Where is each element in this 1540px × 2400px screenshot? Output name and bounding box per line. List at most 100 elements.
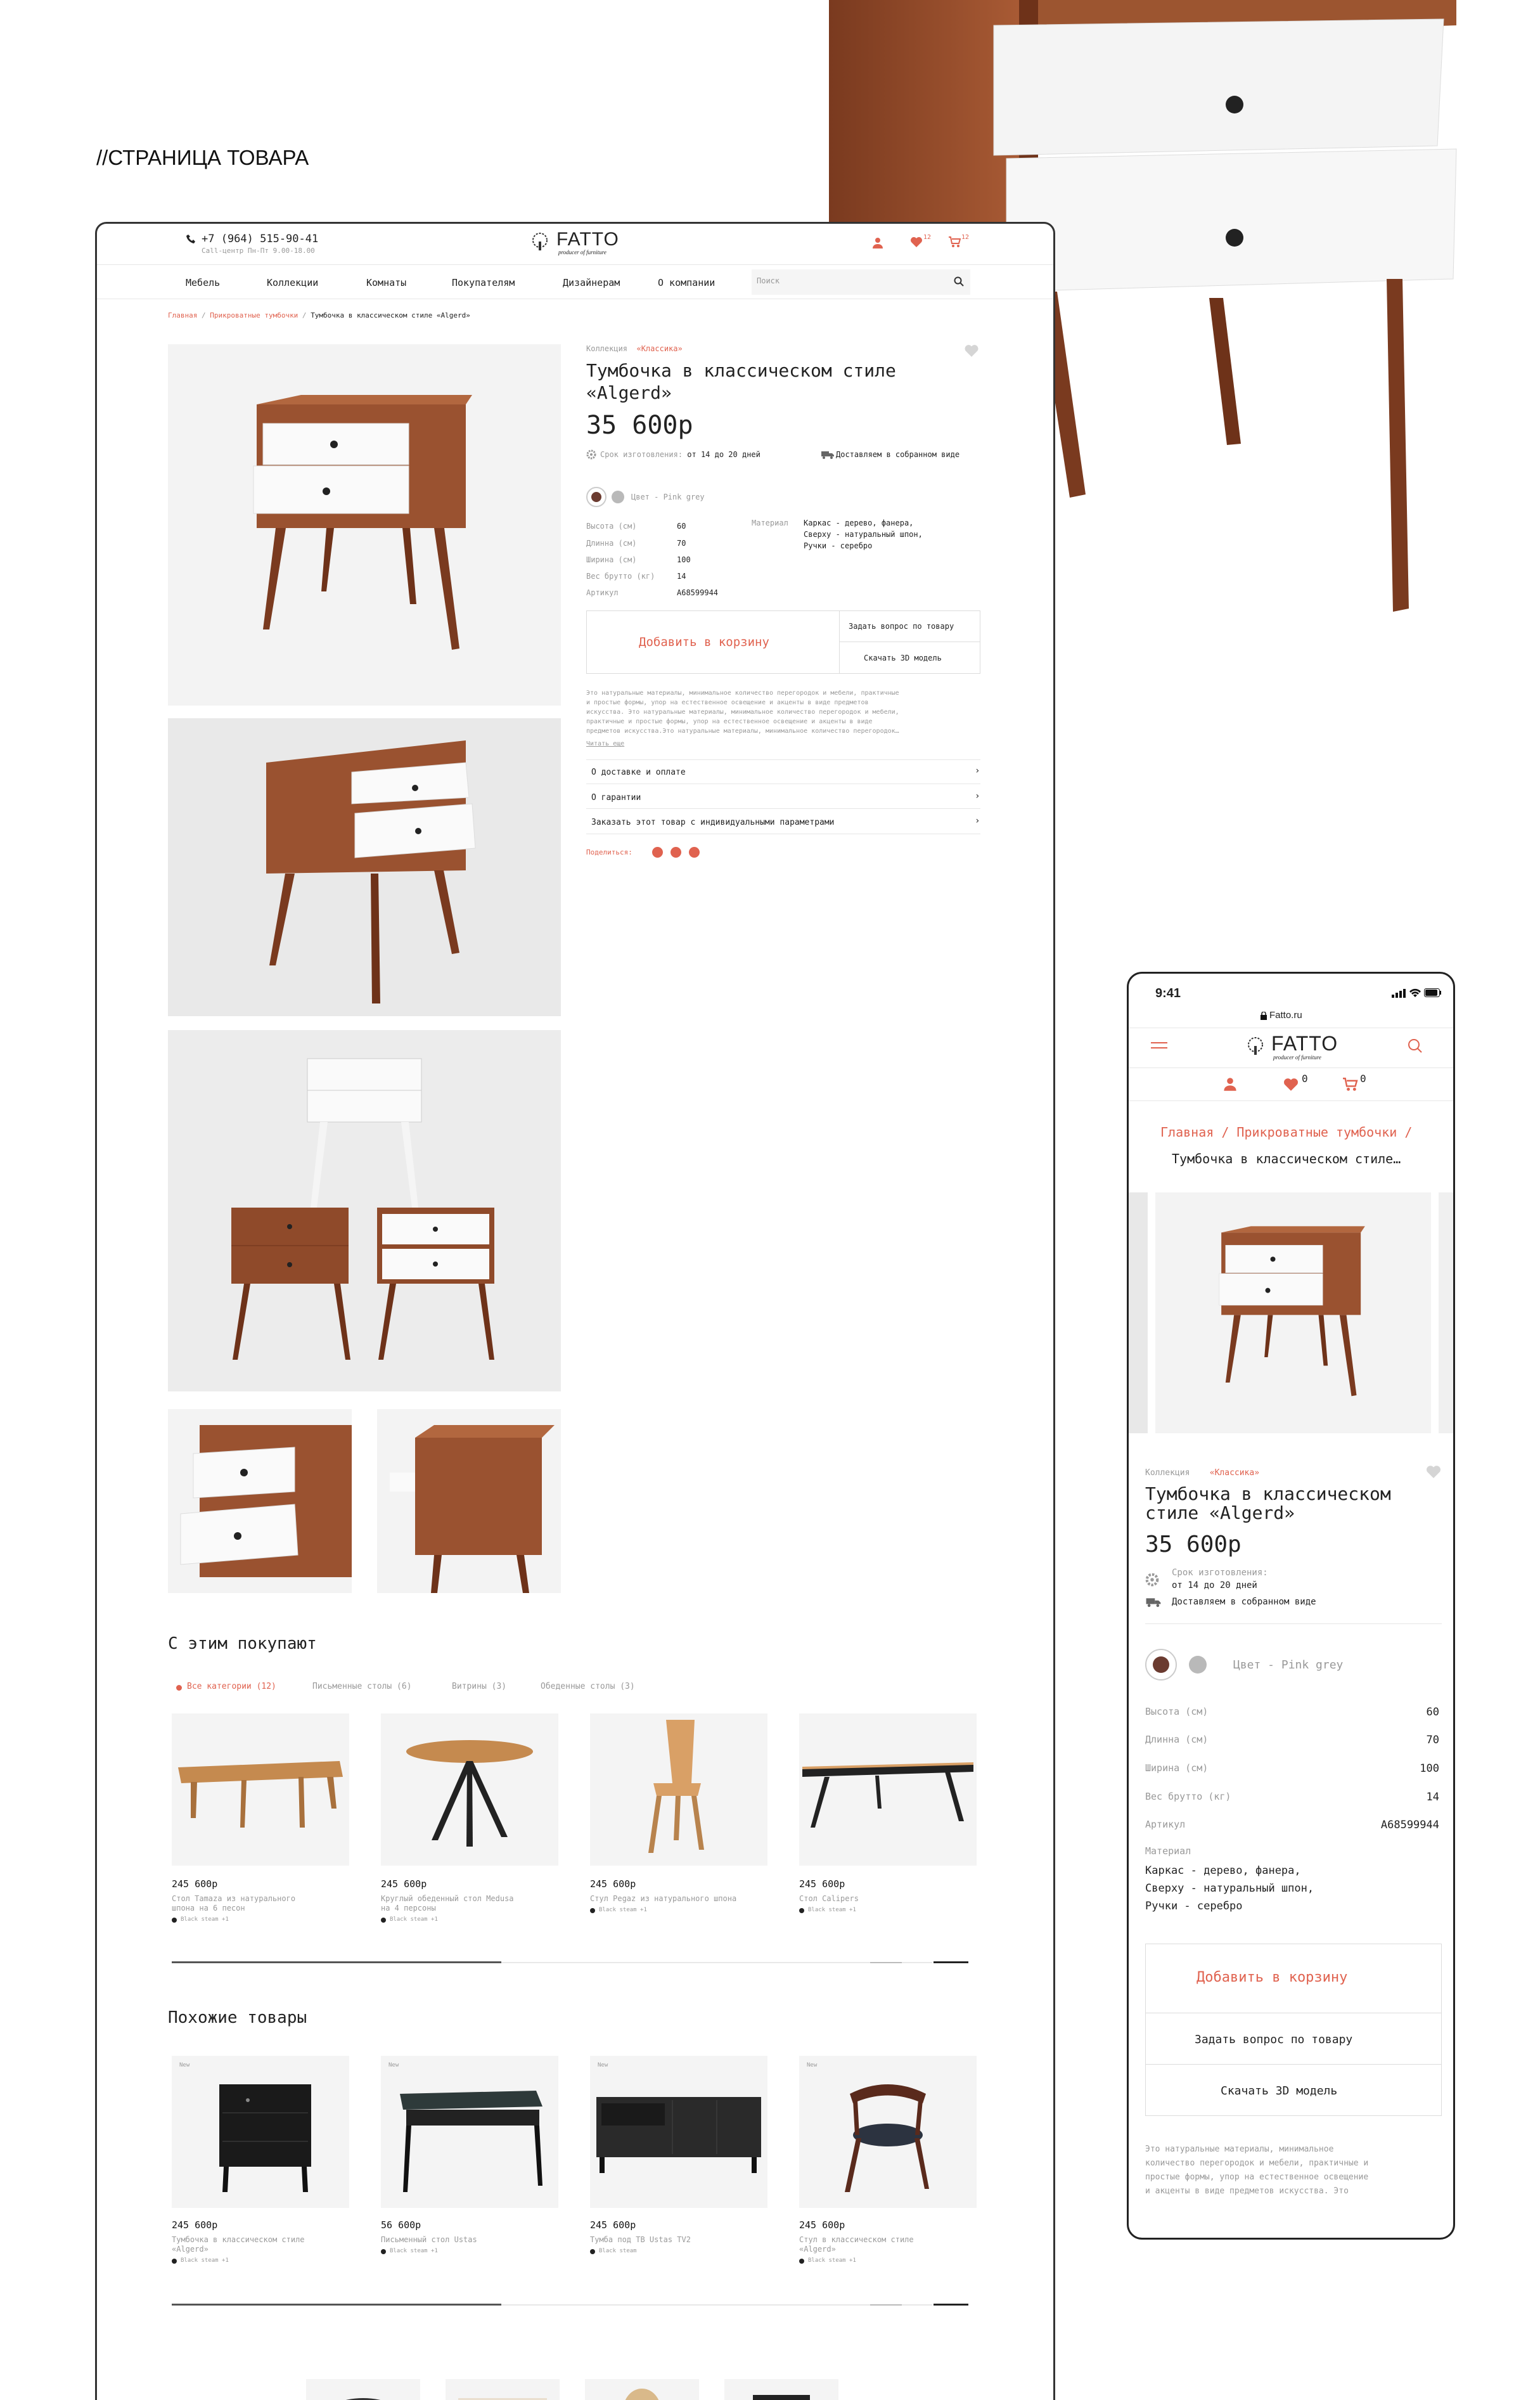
material-label: Материал bbox=[1145, 1845, 1191, 1857]
share-pinterest-icon[interactable] bbox=[652, 847, 663, 858]
add-to-cart-button[interactable]: Добавить в корзину bbox=[1145, 1944, 1442, 2013]
product-card-image-calipers-table[interactable] bbox=[799, 1713, 977, 1866]
similar-name-2-l1[interactable]: Письменный стол Ustas bbox=[381, 2235, 477, 2245]
color-swatch-grey[interactable] bbox=[1189, 1656, 1207, 1674]
ask-question-button[interactable]: Задать вопрос по товару bbox=[839, 610, 980, 642]
breadcrumb-home[interactable]: Главная bbox=[168, 311, 197, 319]
product-photo-4[interactable] bbox=[168, 1409, 352, 1593]
tab-all-categories[interactable]: Все категории (12) bbox=[187, 1682, 276, 1691]
color-swatch-grey[interactable] bbox=[612, 491, 624, 503]
header-phone[interactable]: +7 (964) 515-90-41 bbox=[202, 233, 318, 245]
share-telegram-icon[interactable] bbox=[671, 847, 681, 858]
collection-link[interactable]: «Классика» bbox=[1210, 1468, 1259, 1478]
download-3d-button[interactable]: Скачать 3D модель bbox=[839, 642, 980, 674]
nav-item-designers[interactable]: Дизайнерам bbox=[563, 277, 620, 288]
similar-card-image-chair[interactable]: New bbox=[799, 2056, 977, 2208]
next-row-card-3[interactable] bbox=[585, 2379, 699, 2400]
breadcrumb-category[interactable]: Прикроватные тумбочки bbox=[210, 311, 298, 319]
nav-item-furniture[interactable]: Мебель bbox=[186, 277, 220, 288]
tab-dining-tables[interactable]: Обеденные столы (3) bbox=[541, 1682, 635, 1691]
also-buy-name-2-l1[interactable]: Круглый обеденный стол Medusa bbox=[381, 1894, 514, 1904]
accordion-custom-order[interactable]: Заказать этот товар с индивидуальными па… bbox=[591, 818, 835, 827]
product-photo-3[interactable] bbox=[168, 1030, 561, 1391]
nav-item-buyers[interactable]: Покупателям bbox=[452, 277, 515, 288]
chair-image bbox=[648, 1720, 704, 1853]
collection-link[interactable]: «Классика» bbox=[636, 344, 682, 353]
read-more-link[interactable]: Читать еще bbox=[586, 740, 624, 747]
add-to-cart-button[interactable]: Добавить в корзину bbox=[586, 610, 840, 674]
also-buy-name-1-l2[interactable]: шпона на 6 песон bbox=[172, 1904, 245, 1913]
similar-card-image-nightstand[interactable]: New bbox=[172, 2056, 349, 2208]
product-card-image-chair[interactable] bbox=[590, 1713, 767, 1866]
color-swatch-selected[interactable] bbox=[1145, 1649, 1177, 1681]
product-card-image-table[interactable] bbox=[172, 1713, 349, 1866]
similar-name-4-l2[interactable]: «Algerd» bbox=[799, 2245, 836, 2254]
spec-label-height: Высота (см) bbox=[586, 522, 637, 531]
similar-prev-arrow[interactable] bbox=[870, 2304, 902, 2306]
user-icon[interactable] bbox=[871, 236, 884, 249]
black-cabinet-thumb-image bbox=[753, 2395, 810, 2400]
favorites-heart-icon[interactable] bbox=[910, 236, 923, 248]
cart-icon[interactable] bbox=[1342, 1078, 1358, 1092]
spec-value-height: 60 bbox=[1426, 1706, 1439, 1719]
accordion-custom-chevron-icon[interactable]: › bbox=[975, 816, 980, 826]
product-photo-2[interactable] bbox=[168, 718, 561, 1016]
next-row-card-1[interactable] bbox=[306, 2379, 420, 2400]
delivery-info: Доставляем в собранном виде bbox=[1172, 1597, 1316, 1607]
product-photo-1[interactable] bbox=[168, 344, 561, 706]
favorites-heart-icon[interactable] bbox=[1283, 1078, 1299, 1092]
nav-item-rooms[interactable]: Комнаты bbox=[366, 277, 406, 288]
round-table-image bbox=[406, 1740, 533, 1847]
add-to-favorites-heart-icon[interactable] bbox=[1425, 1465, 1442, 1479]
gallery-prev-image[interactable] bbox=[1129, 1192, 1148, 1433]
similar-card-image-desk[interactable]: New bbox=[381, 2056, 558, 2208]
breadcrumb-path[interactable]: Главная / Прикроватные тумбочки / bbox=[1160, 1125, 1412, 1140]
gallery-next-image[interactable] bbox=[1439, 1192, 1453, 1433]
tab-desks[interactable]: Письменные столы (6) bbox=[312, 1682, 412, 1691]
accordion-warranty-chevron-icon[interactable]: › bbox=[975, 791, 980, 801]
share-vk-icon[interactable] bbox=[689, 847, 700, 858]
material-dot bbox=[799, 1908, 804, 1913]
similar-name-1-l2[interactable]: «Algerd» bbox=[172, 2245, 209, 2254]
menu-hamburger-icon[interactable] bbox=[1151, 1040, 1167, 1050]
search-icon[interactable] bbox=[1408, 1038, 1423, 1054]
search-icon[interactable] bbox=[954, 276, 964, 287]
product-photo-5[interactable] bbox=[377, 1409, 561, 1593]
accordion-delivery-chevron-icon[interactable]: › bbox=[975, 766, 980, 776]
lock-icon bbox=[1261, 1012, 1267, 1020]
carousel-scrollbar-thumb[interactable] bbox=[172, 1961, 501, 1963]
nav-item-collections[interactable]: Коллекции bbox=[267, 277, 318, 288]
similar-next-arrow[interactable] bbox=[934, 2304, 968, 2306]
also-buy-name-2-l2[interactable]: на 4 персоны bbox=[381, 1904, 436, 1913]
similar-name-1-l1[interactable]: Тумбочка в классическом стиле bbox=[172, 2235, 305, 2245]
nav-item-about[interactable]: О компании bbox=[658, 277, 715, 288]
logo-text[interactable]: FATTO bbox=[556, 229, 619, 250]
accordion-delivery[interactable]: О доставке и оплате bbox=[591, 768, 686, 777]
search-input[interactable]: Поиск bbox=[752, 269, 970, 295]
similar-card-image-tv-stand[interactable]: New bbox=[590, 2056, 767, 2208]
color-swatch-selected[interactable] bbox=[586, 487, 606, 507]
add-to-favorites-heart-icon[interactable] bbox=[964, 344, 979, 358]
spec-value-article: A68599944 bbox=[677, 588, 719, 597]
also-buy-price-1: 245 600р bbox=[172, 1878, 218, 1890]
carousel-prev-arrow[interactable] bbox=[870, 1962, 902, 1963]
product-card-image-round-table[interactable] bbox=[381, 1713, 558, 1866]
tab-showcases[interactable]: Витрины (3) bbox=[452, 1682, 506, 1691]
next-row-card-2[interactable] bbox=[446, 2379, 560, 2400]
also-buy-name-3-l1[interactable]: Стул Pegaz из натурального шпона bbox=[590, 1894, 736, 1904]
gallery-main-image[interactable] bbox=[1155, 1192, 1431, 1433]
ask-question-button[interactable]: Задать вопрос по товару bbox=[1145, 2013, 1442, 2065]
accordion-warranty[interactable]: О гарантии bbox=[591, 793, 641, 803]
similar-name-3-l1[interactable]: Тумба под ТВ Ustas TV2 bbox=[590, 2235, 691, 2245]
logo-text[interactable]: FATTO bbox=[1271, 1032, 1338, 1055]
user-icon[interactable] bbox=[1222, 1076, 1238, 1092]
also-buy-name-4-l1[interactable]: Стол Calipers bbox=[799, 1894, 859, 1904]
cart-icon[interactable] bbox=[948, 236, 961, 248]
carousel-next-arrow[interactable] bbox=[934, 1961, 968, 1963]
download-3d-button[interactable]: Скачать 3D модель bbox=[1145, 2064, 1442, 2116]
next-row-card-4[interactable] bbox=[724, 2379, 838, 2400]
similar-scrollbar-thumb[interactable] bbox=[172, 2304, 501, 2306]
also-buy-name-1-l1[interactable]: Стол Tamaza из натурального bbox=[172, 1894, 295, 1904]
address-bar-url[interactable]: Fatto.ru bbox=[1269, 1010, 1302, 1021]
similar-name-4-l1[interactable]: Стул в классическом стиле bbox=[799, 2235, 914, 2245]
